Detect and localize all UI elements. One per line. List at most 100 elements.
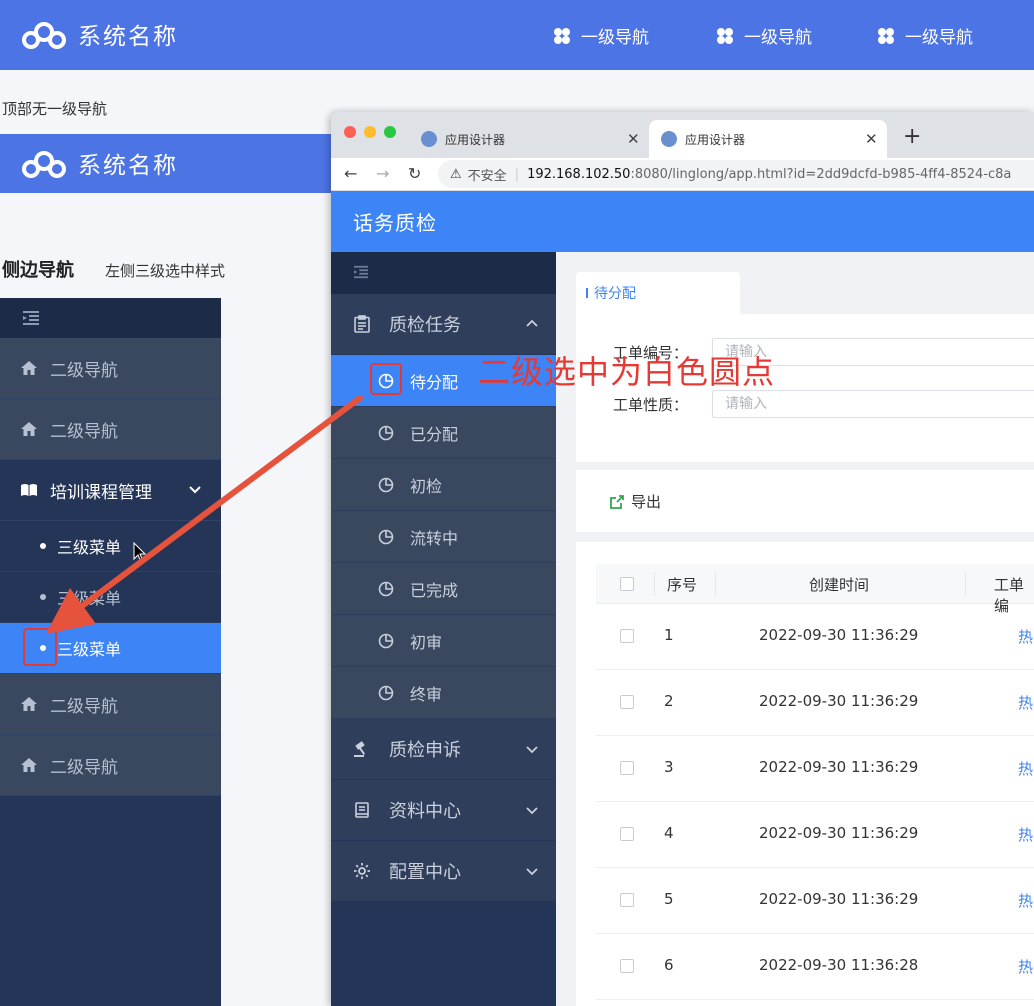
sidebar-subitem-label: 三级菜单: [57, 538, 122, 557]
table-row[interactable]: 4 2022-09-30 11:36:29 热: [596, 802, 1034, 868]
url-rest: :8080/linglong/app.html?id=2dd9dcfd-b985…: [630, 166, 1012, 182]
cell-created-time: 2022-09-30 11:36:28: [759, 956, 919, 974]
top-nav-item-3[interactable]: 一级导航: [877, 23, 973, 48]
sidebar-subitem-label: 三级菜单: [57, 589, 122, 608]
sidebar-item-label: 二级导航: [50, 696, 118, 717]
top-nav-item-2[interactable]: 一级导航: [716, 23, 812, 48]
sidebar-collapse-toggle[interactable]: [0, 298, 221, 338]
row-checkbox[interactable]: [620, 827, 634, 841]
browser-tab-1[interactable]: 应用设计器 ✕: [421, 120, 646, 158]
cell-ticket-type[interactable]: 热: [1018, 890, 1033, 911]
menu-item-first-check[interactable]: 初检: [331, 459, 556, 511]
menu-group-label: 质检任务: [389, 315, 461, 336]
filter-label-ticket-type: 工单性质：: [613, 396, 689, 414]
menu-item-final-review[interactable]: 终审: [331, 667, 556, 719]
close-window-button[interactable]: [344, 126, 356, 138]
cell-created-time: 2022-09-30 11:36:29: [759, 626, 919, 644]
cell-index: 5: [664, 890, 674, 908]
menu-group-config-center[interactable]: 配置中心: [331, 841, 556, 902]
ticket-type-input[interactable]: 请输入: [712, 390, 1034, 418]
logo[interactable]: 系统名称: [20, 17, 178, 51]
sidebar-subitem-2[interactable]: 三级菜单: [0, 572, 221, 623]
chevron-up-icon: [526, 319, 538, 327]
minimize-window-button[interactable]: [364, 126, 376, 138]
sidebar-item-secondary-4[interactable]: 二级导航: [0, 735, 221, 796]
row-checkbox[interactable]: [620, 959, 634, 973]
side-nav-title: 侧边导航: [2, 260, 74, 281]
menu-item-label: 终审: [410, 684, 443, 704]
top-nav-label: 一级导航: [744, 28, 812, 48]
cell-created-time: 2022-09-30 11:36:29: [759, 692, 919, 710]
url-field[interactable]: ⚠ 不安全 | 192.168.102.50 :8080/linglong/ap…: [438, 160, 1034, 188]
cell-created-time: 2022-09-30 11:36:29: [759, 758, 919, 776]
app-sidebar-collapse-toggle[interactable]: [331, 252, 556, 294]
table-row[interactable]: 5 2022-09-30 11:36:29 热: [596, 868, 1034, 934]
tab-close-icon[interactable]: ✕: [627, 130, 640, 148]
menu-item-completed[interactable]: 已完成: [331, 563, 556, 615]
clover-icon: [878, 27, 894, 44]
cell-ticket-type[interactable]: 热: [1018, 758, 1033, 779]
table-row[interactable]: 2 2022-09-30 11:36:29 热: [596, 670, 1034, 736]
table-row[interactable]: 3 2022-09-30 11:36:29 热: [596, 736, 1034, 802]
export-button[interactable]: 导出: [609, 491, 661, 512]
table-row[interactable]: 6 2022-09-30 11:36:28 热: [596, 934, 1034, 1000]
toolbar: 导出: [576, 470, 1034, 532]
cell-index: 1: [664, 626, 674, 644]
pie-chart-icon: [378, 529, 394, 545]
clipboard-icon: [354, 315, 370, 333]
section-label-top: 顶部无一级导航: [2, 100, 108, 118]
sidebar-item-label: 二级导航: [50, 757, 118, 778]
sidebar-item-training-course[interactable]: 培训课程管理: [0, 460, 221, 521]
cell-ticket-type[interactable]: 热: [1018, 626, 1033, 647]
reload-icon[interactable]: ↻: [408, 164, 421, 183]
sidebar-subitem-1[interactable]: 三级菜单: [0, 521, 221, 572]
mouse-cursor-icon: [133, 542, 147, 563]
row-checkbox[interactable]: [620, 761, 634, 775]
menu-group-label: 质检申诉: [389, 740, 461, 761]
sidebar-item-secondary-2[interactable]: 二级导航: [0, 399, 221, 460]
url-divider: |: [514, 166, 520, 182]
menu-item-label: 已完成: [410, 580, 459, 600]
menu-group-resource-center[interactable]: 资料中心: [331, 780, 556, 841]
row-checkbox[interactable]: [620, 695, 634, 709]
menu-item-first-review[interactable]: 初审: [331, 615, 556, 667]
browser-tab-2-active[interactable]: 应用设计器 ✕: [649, 120, 887, 158]
menu-group-qc-appeal[interactable]: 质检申诉: [331, 719, 556, 780]
second-header: 系统名称: [0, 134, 340, 193]
menu-group-qc-tasks[interactable]: 质检任务: [331, 294, 556, 355]
menu-item-in-transfer[interactable]: 流转中: [331, 511, 556, 563]
menu-item-assigned[interactable]: 已分配: [331, 407, 556, 459]
column-header-created-time: 创建时间: [809, 576, 870, 594]
menu-fold-icon: [23, 311, 39, 325]
row-checkbox[interactable]: [620, 629, 634, 643]
pie-chart-icon: [378, 685, 394, 701]
maximize-window-button[interactable]: [384, 126, 396, 138]
cell-ticket-type[interactable]: 热: [1018, 692, 1033, 713]
chevron-down-icon: [526, 807, 538, 815]
top-nav-item-1[interactable]: 一级导航: [553, 23, 649, 48]
forward-arrow-icon[interactable]: →: [376, 164, 389, 183]
menu-fold-icon: [354, 265, 368, 279]
column-header-index: 序号: [667, 576, 698, 594]
tab-pending-assign[interactable]: 待分配: [576, 272, 740, 314]
home-icon: [21, 758, 37, 772]
cell-index: 6: [664, 956, 674, 974]
sidebar-item-secondary-3[interactable]: 二级导航: [0, 674, 221, 735]
sidebar-item-secondary-1[interactable]: 二级导航: [0, 338, 221, 399]
tab-close-icon[interactable]: ✕: [865, 130, 878, 148]
select-all-checkbox[interactable]: [620, 577, 634, 591]
back-arrow-icon[interactable]: ←: [344, 164, 357, 183]
row-checkbox[interactable]: [620, 893, 634, 907]
browser-tabstrip: 应用设计器 ✕ 应用设计器 ✕ +: [331, 112, 1034, 158]
annotation-text: 二级选中为白色圆点: [478, 353, 776, 391]
table-row[interactable]: 1 2022-09-30 11:36:29 热: [596, 604, 1034, 670]
globe-icon: [661, 131, 677, 147]
cell-ticket-type[interactable]: 热: [1018, 956, 1033, 977]
logo[interactable]: 系统名称: [20, 146, 178, 180]
menu-item-label: 流转中: [410, 528, 459, 548]
sidebar-item-label: 培训课程管理: [50, 482, 152, 503]
new-tab-button[interactable]: +: [903, 124, 921, 149]
globe-icon: [421, 131, 437, 147]
menu-item-label: 初检: [410, 476, 443, 496]
cell-ticket-type[interactable]: 热: [1018, 824, 1033, 845]
